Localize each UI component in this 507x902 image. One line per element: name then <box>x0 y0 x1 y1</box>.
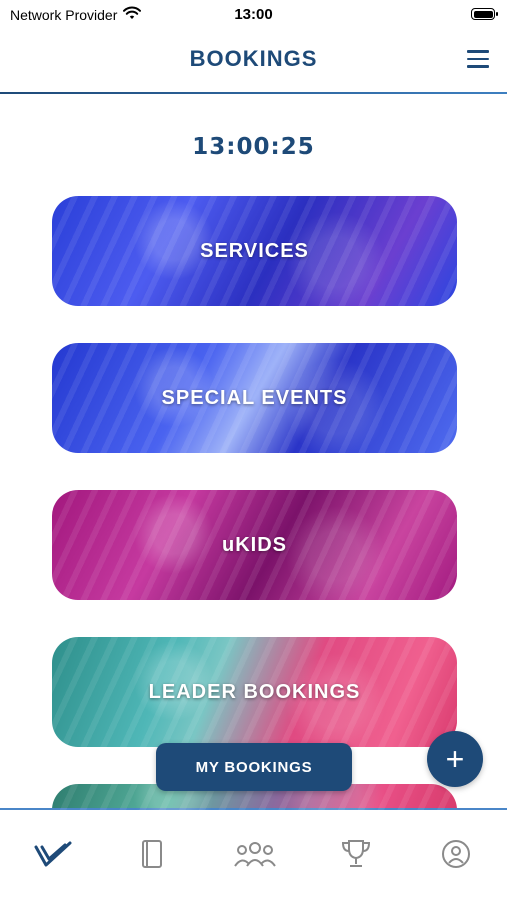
header-divider <box>0 92 507 94</box>
book-icon[interactable] <box>132 834 172 874</box>
people-icon[interactable] <box>232 834 278 874</box>
current-time-display: 13:00:25 <box>192 134 315 160</box>
my-bookings-button[interactable]: MY BOOKINGS <box>156 743 352 791</box>
status-time: 13:00 <box>234 6 273 23</box>
hamburger-menu-icon[interactable] <box>467 50 489 68</box>
tile-label: uKIDS <box>222 533 287 556</box>
tile-label: LEADER BOOKINGS <box>148 680 361 703</box>
status-bar: Network Provider 13:00 <box>0 0 507 30</box>
app-header: BOOKINGS <box>0 30 507 92</box>
ukids-tile[interactable]: uKIDS <box>52 490 457 600</box>
person-icon[interactable] <box>436 834 476 874</box>
leader-bookings-tile[interactable]: LEADER BOOKINGS <box>52 637 457 747</box>
services-tile[interactable]: SERVICES <box>52 196 457 306</box>
battery-icon <box>471 8 498 20</box>
tile-label: SPECIAL EVENTS <box>161 386 348 409</box>
plus-icon[interactable]: + <box>427 731 483 787</box>
page-title: BOOKINGS <box>189 46 318 71</box>
tab-bar <box>0 808 507 902</box>
tile-label: SERVICES <box>200 239 309 262</box>
check-logo-icon[interactable] <box>30 834 76 874</box>
special-events-tile[interactable]: SPECIAL EVENTS <box>52 343 457 453</box>
trophy-icon[interactable] <box>336 834 376 874</box>
